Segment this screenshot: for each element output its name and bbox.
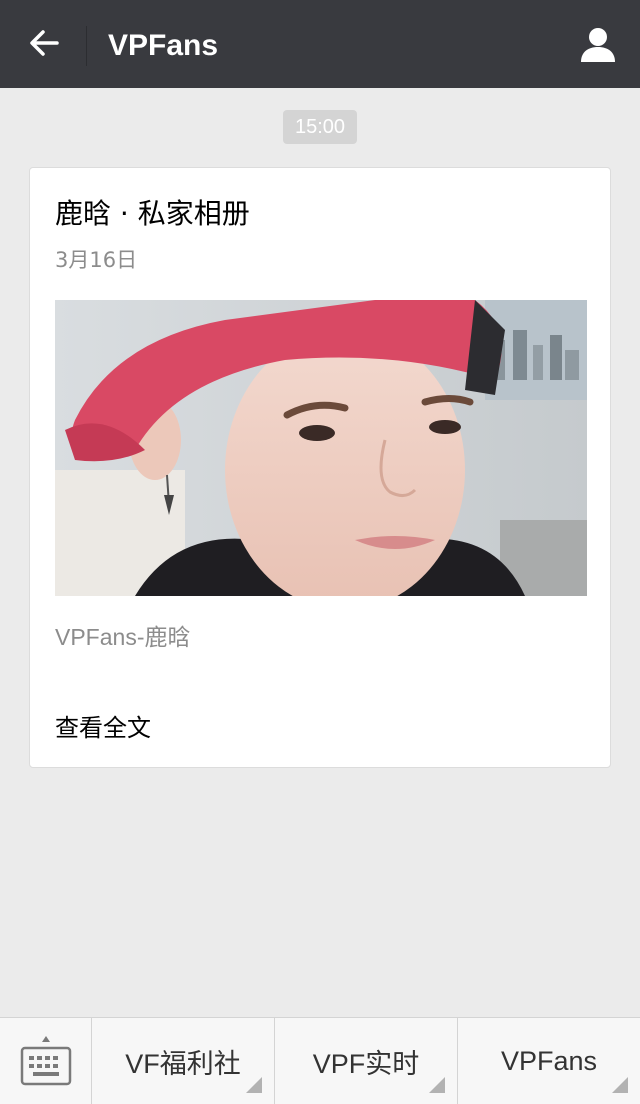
article-cover-image <box>55 300 587 596</box>
menu-item-label: VPFans <box>500 1046 598 1076</box>
card-divider <box>55 690 587 691</box>
top-bar: VPFans <box>0 0 640 88</box>
read-more-link[interactable]: 查看全文 <box>55 712 151 744</box>
arrow-left-icon <box>27 26 61 64</box>
menu-item-label: VPF实时 <box>312 1049 420 1079</box>
bottom-menu-bar: VF福利社 VPF实时 VPFans <box>0 1017 640 1104</box>
timestamp-badge: 15:00 <box>283 110 357 144</box>
article-description: VPFans-鹿晗 <box>55 624 191 650</box>
header-divider <box>86 26 87 66</box>
article-title: 鹿晗 · 私家相册 <box>55 197 250 230</box>
menu-item-vpfans[interactable]: VPFans <box>458 1018 640 1104</box>
article-date: 3月16日 <box>55 248 138 272</box>
menu-item-vpf-realtime[interactable]: VPF实时 <box>275 1018 458 1104</box>
back-button[interactable] <box>14 22 74 68</box>
menu-item-vf-welfare[interactable]: VF福利社 <box>92 1018 275 1104</box>
submenu-indicator-icon <box>246 1077 262 1093</box>
submenu-indicator-icon <box>429 1077 445 1093</box>
keyboard-toggle-button[interactable] <box>0 1018 92 1104</box>
menu-item-label: VF福利社 <box>125 1049 241 1079</box>
profile-button[interactable] <box>574 22 622 70</box>
page-title: VPFans <box>108 29 219 62</box>
keyboard-icon <box>20 1034 72 1092</box>
user-icon <box>579 25 617 67</box>
submenu-indicator-icon <box>612 1077 628 1093</box>
article-card[interactable]: 鹿晗 · 私家相册 3月16日 VPFans-鹿晗 查看全文 <box>29 167 611 768</box>
